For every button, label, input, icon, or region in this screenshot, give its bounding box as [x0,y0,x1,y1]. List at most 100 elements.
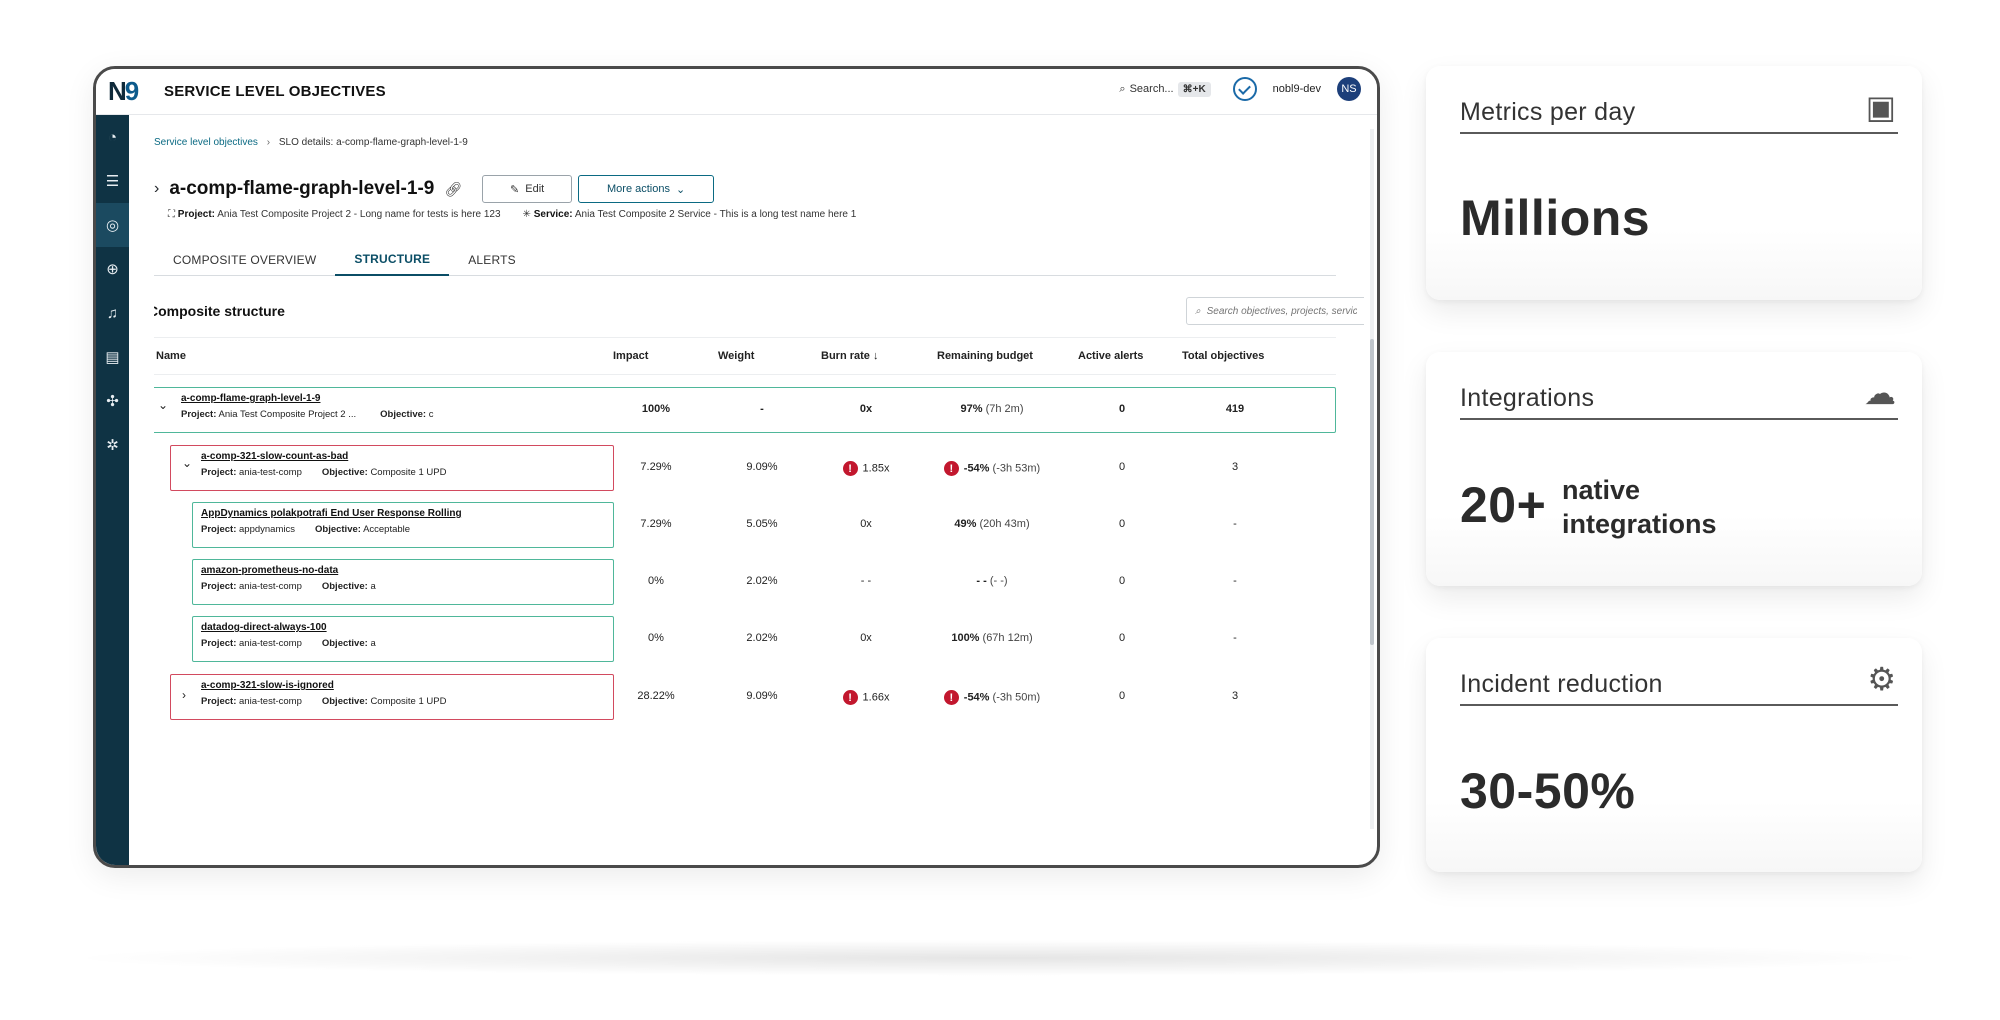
burn-rate-value: 0x [860,518,872,530]
org-name[interactable]: nobl9-dev [1273,83,1321,95]
dashboard-icon[interactable]: ◔ [96,115,129,159]
settings-gear-icon[interactable]: ✲ [96,423,129,467]
active-alerts-cell: 0 [1102,575,1142,587]
burn-rate-value: 0x [860,632,872,644]
objective-link[interactable]: a-comp-321-slow-is-ignored [201,680,605,691]
scrollbar-thumb[interactable] [1370,339,1374,645]
chevron-right-icon[interactable]: › [182,688,186,702]
project-label: Project: [201,696,237,707]
breadcrumb-root-link[interactable]: Service level objectives [154,137,258,148]
table-row[interactable]: a-comp-321-slow-count-as-bad Project: ani… [154,445,1344,491]
bell-icon[interactable]: ♫ [96,291,129,335]
objective-value: a [370,638,376,649]
objective-name-cell[interactable]: a-comp-321-slow-count-as-bad Project: ani… [170,445,614,491]
weight-value: 2.02% [746,632,778,644]
budget-percent: -54% [963,462,990,475]
search-icon: ⌕ [1195,305,1201,317]
report-icon[interactable]: ▤ [96,335,129,379]
floor-shadow [60,940,1940,976]
table-row[interactable]: a-comp-321-slow-is-ignored Project: ania-… [154,674,1344,720]
search-icon: ⌕ [1119,82,1126,95]
n9-logo[interactable]: N9 [108,76,152,107]
col-total-objectives[interactable]: Total objectives [1182,350,1264,362]
service-meta: ✳ Service: Ania Test Composite 2 Service… [523,209,857,220]
project-meta-value: Ania Test Composite Project 2 - Long nam… [217,209,501,220]
objective-link[interactable]: AppDynamics polakpotrafi End User Respon… [201,508,605,519]
budget-percent: 100% [951,632,980,644]
active-alerts-value: 0 [1118,461,1126,473]
slo-icon[interactable]: ◎ [96,203,129,247]
tab-composite-overview[interactable]: COMPOSITE OVERVIEW [154,243,335,276]
metric-extra-line1: native [1562,475,1641,505]
metric-card-incident: Incident reduction ⚙ 30-50% [1426,638,1922,872]
objective-link[interactable]: datadog-direct-always-100 [201,622,605,633]
impact-value: 7.29% [640,461,672,473]
burn-rate-cell: ! 1.66x [826,690,906,705]
alert-icon: ! [943,461,959,476]
alert-icon: ! [943,690,959,705]
burn-rate-cell: - - [826,575,906,587]
top-right-tools: ⌕ Search... ⌘+K nobl9-dev NS [1113,77,1361,101]
app-title: SERVICE LEVEL OBJECTIVES [164,83,386,100]
active-alerts-cell: 0 [1102,632,1142,644]
metric-divider [1460,418,1898,420]
objective-link[interactable]: amazon-prometheus-no-data [201,565,605,576]
weight-cell: 2.02% [732,575,792,587]
link-icon[interactable]: 🔗︎ [444,181,462,198]
check-status-icon[interactable] [1232,77,1257,101]
burn-rate-value: 0x [859,403,873,415]
active-alerts-value: 0 [1118,632,1126,644]
more-actions-button[interactable]: More actions ⌄ [578,175,715,203]
structure-search-input[interactable] [1206,305,1357,317]
objective-label: Objective: [321,696,368,707]
objective-name-cell[interactable]: AppDynamics polakpotrafi End User Respon… [192,502,614,548]
total-objectives-value: 3 [1231,461,1239,473]
table-row[interactable]: a-comp-flame-graph-level-1-9 Project: Ani… [154,387,1344,433]
project-value: appdynamics [239,524,295,535]
global-search-label: Search... [1129,83,1174,95]
app-window: N9 SERVICE LEVEL OBJECTIVES ⌕ Search... … [93,66,1380,868]
objective-name-cell[interactable]: a-comp-321-slow-is-ignored Project: ania-… [170,674,614,720]
alert-icon: ! [842,461,858,476]
col-impact[interactable]: Impact [613,350,648,362]
avatar[interactable]: NS [1337,77,1361,101]
col-weight[interactable]: Weight [718,350,754,362]
metric-value: 30-50% [1460,763,1636,819]
tab-alerts[interactable]: ALERTS [449,243,535,276]
remaining-budget-cell: 100% (67h 12m) [932,632,1052,644]
chevron-down-icon[interactable]: ⌄ [182,456,192,470]
weight-value: 5.05% [746,518,778,530]
expand-chevron-icon[interactable]: › [154,180,159,198]
table-row[interactable]: amazon-prometheus-no-data Project: ania-t… [154,559,1344,605]
remaining-budget-cell: 97% (7h 2m) [932,403,1052,415]
col-burn-rate[interactable]: Burn rate ↓ [821,350,878,362]
top-bar: N9 SERVICE LEVEL OBJECTIVES ⌕ Search... … [96,69,1377,115]
col-name[interactable]: Name [156,350,186,362]
active-alerts-value: 0 [1118,518,1126,530]
edit-button[interactable]: ✎ Edit [482,175,573,203]
objective-meta: Project: ania-test-comp Objective: Compos… [201,696,605,707]
structure-search-field[interactable]: ⌕ [1186,297,1364,325]
burn-rate-cell: 0x [826,518,906,530]
objective-name-cell[interactable]: datadog-direct-always-100 Project: ania-t… [192,616,614,662]
integrations-icon[interactable]: ✣ [96,379,129,423]
objective-meta: Project: appdynamics Objective: Acceptabl… [201,524,605,535]
list-icon[interactable]: ☰ [96,159,129,203]
col-remaining-budget[interactable]: Remaining budget [937,350,1033,362]
chart-down-gear-icon: ⚙ [1867,661,1896,697]
global-search-button[interactable]: ⌕ Search... ⌘+K [1113,78,1216,101]
budget-time: (- -) [989,575,1008,587]
table-row[interactable]: datadog-direct-always-100 Project: ania-t… [154,616,1344,662]
cloud-sync-icon: ☁ [1864,375,1896,411]
objective-link[interactable]: a-comp-321-slow-count-as-bad [201,451,605,462]
search-shortcut: ⌘+K [1177,81,1211,97]
total-objectives-cell: - [1210,575,1260,587]
search-zoom-icon[interactable]: ⊕ [96,247,129,291]
objective-name-cell[interactable]: amazon-prometheus-no-data Project: ania-t… [192,559,614,605]
objective-value: Composite 1 UPD [370,467,447,478]
chevron-down-icon[interactable]: ⌄ [158,398,168,412]
col-active-alerts[interactable]: Active alerts [1078,350,1143,362]
tab-structure[interactable]: STRUCTURE [335,243,450,276]
project-value: ania-test-comp [239,467,302,478]
table-row[interactable]: AppDynamics polakpotrafi End User Respon… [154,502,1344,548]
